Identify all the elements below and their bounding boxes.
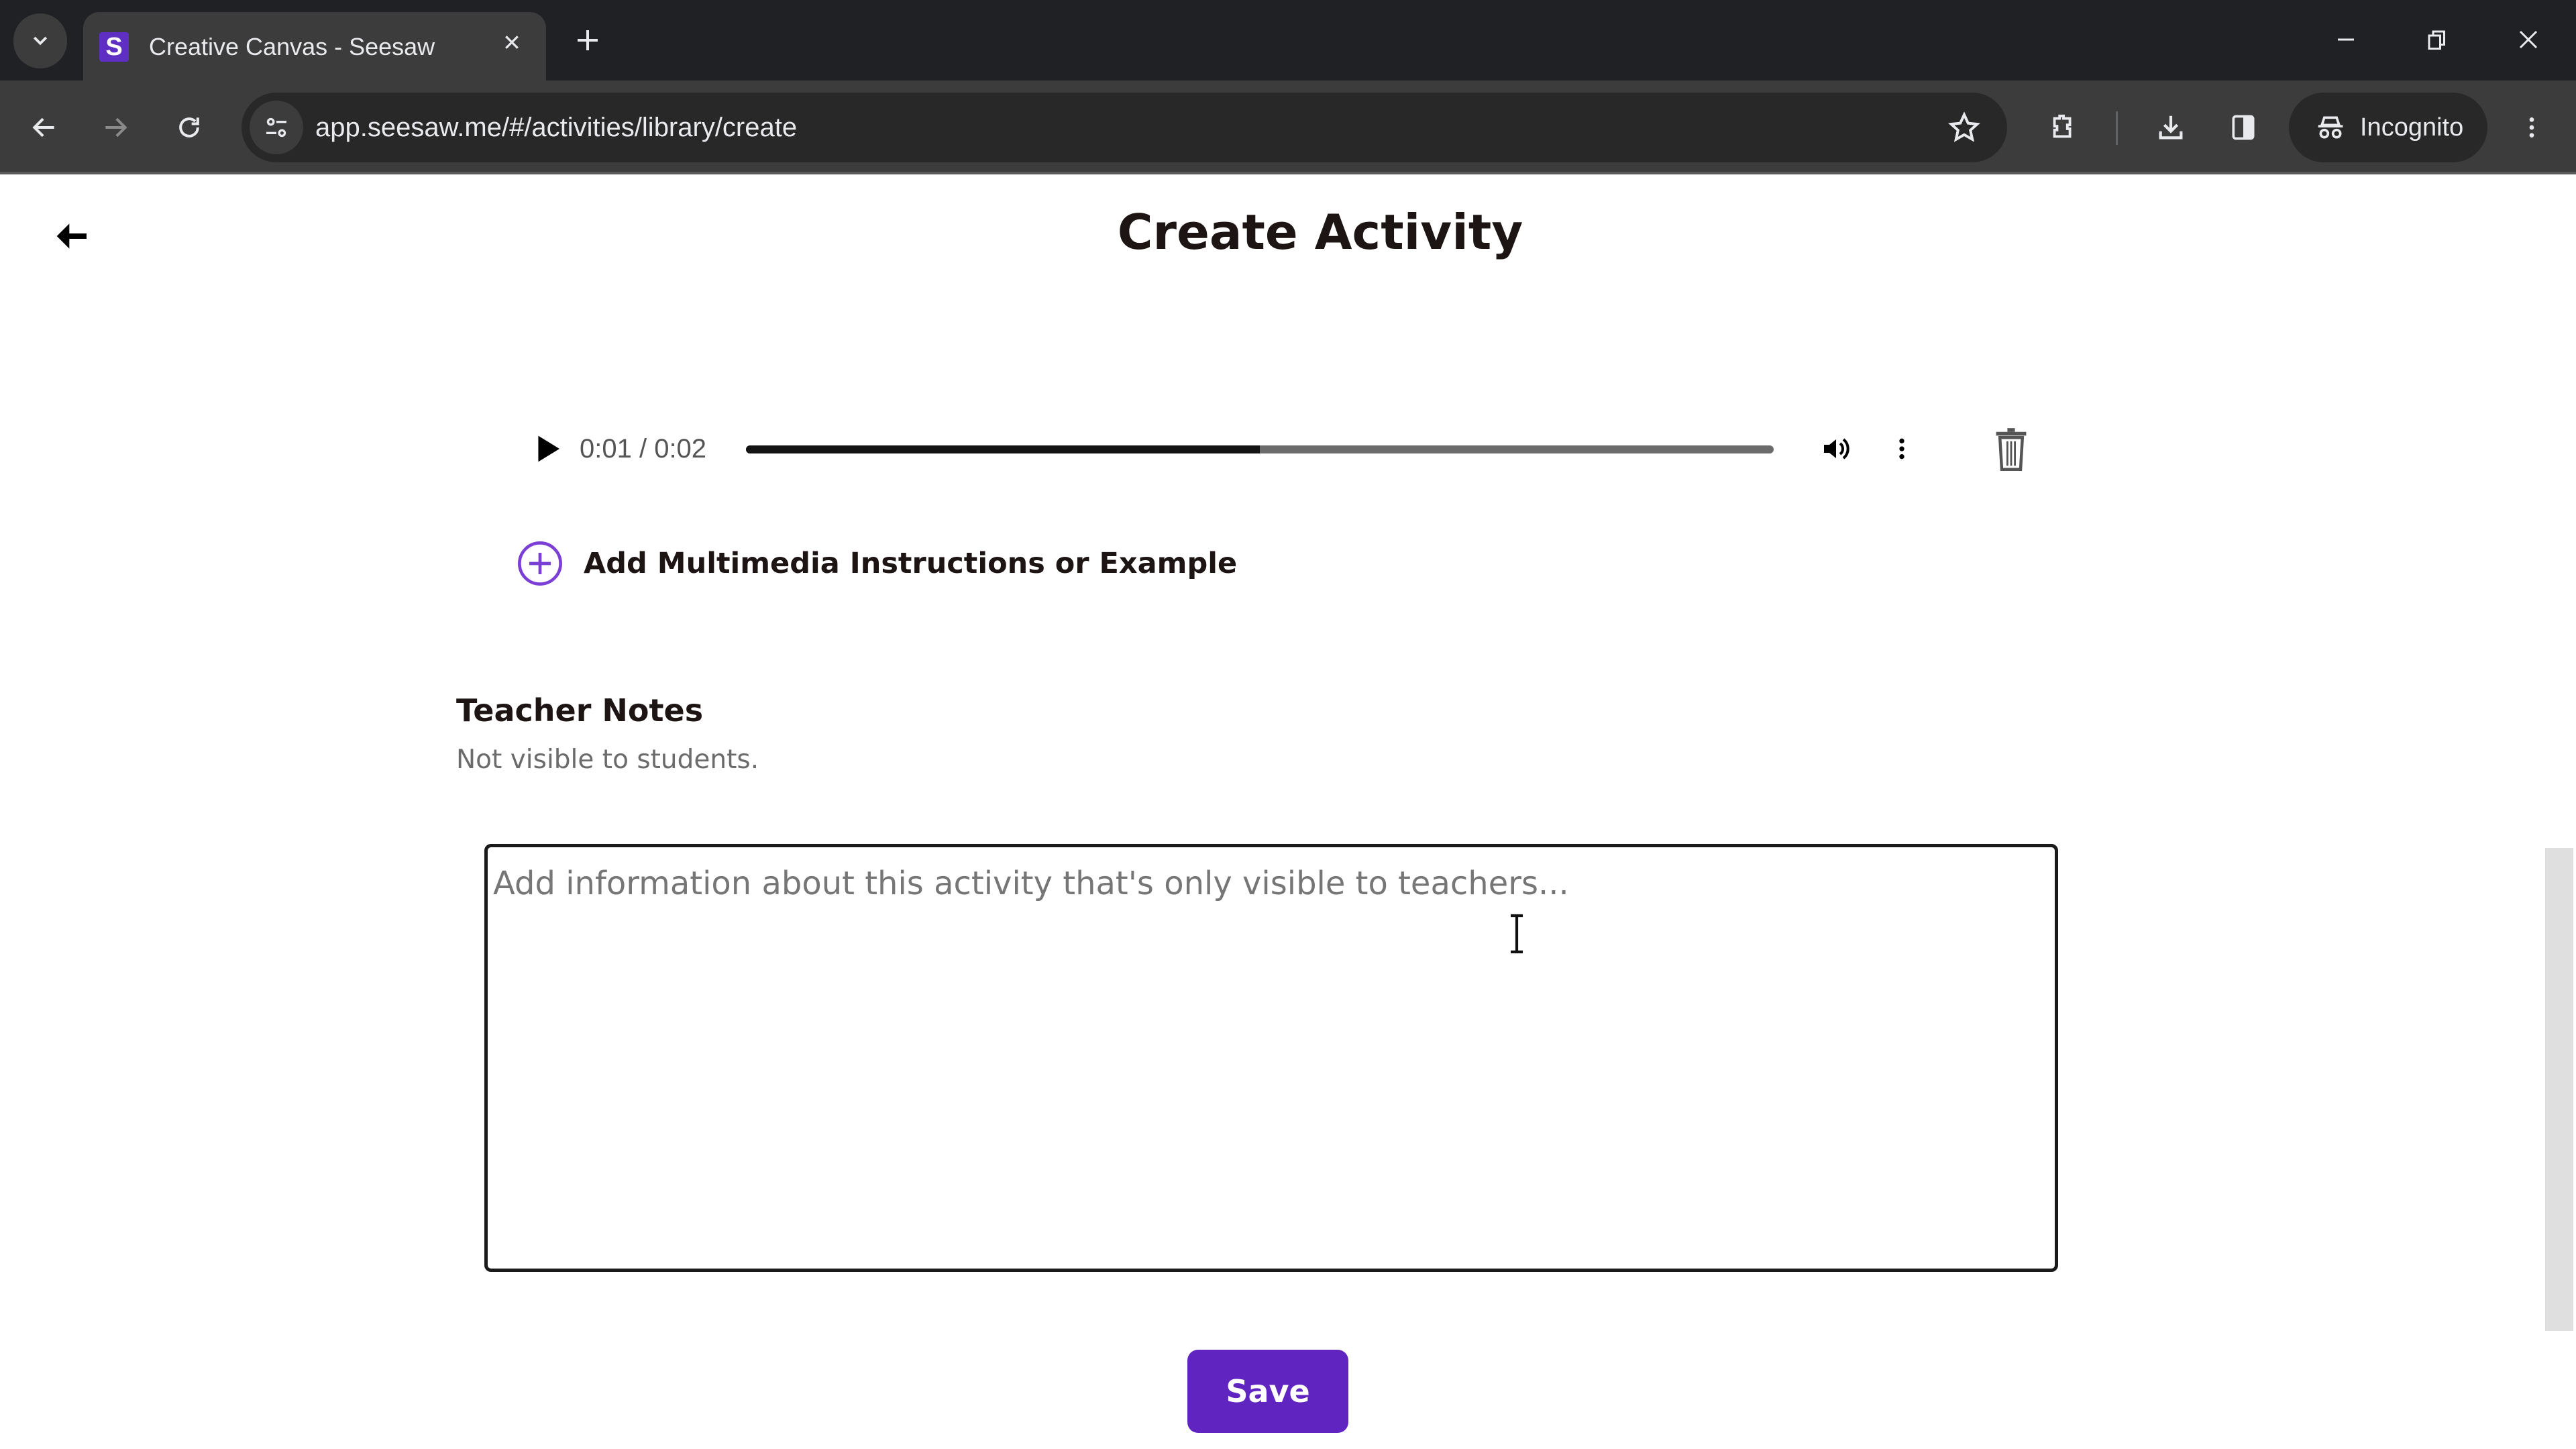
plus-icon [578,30,598,50]
arrow-right-icon [105,117,127,138]
incognito-icon [2318,116,2343,139]
play-icon [538,435,559,462]
close-icon [2519,30,2538,49]
teacher-notes-input[interactable] [484,844,2058,1272]
minimize-icon [2338,38,2354,41]
seesaw-favicon-icon: S [99,32,129,62]
play-button[interactable] [525,425,572,472]
text-cursor-icon [1511,914,1523,954]
audio-player: 0:01 / 0:02 [517,412,2059,486]
teacher-notes-subtext: Not visible to students. [456,745,759,775]
tab-close-button[interactable] [495,25,529,59]
close-window-button[interactable] [2505,16,2552,63]
create-activity-page: Create Activity 0:01 / 0:02 Add Multimed… [0,177,2576,1449]
tab-title: Creative Canvas - Seesaw [149,33,435,60]
audio-time: 0:01 / 0:02 [580,434,707,464]
trash-icon [1996,428,2027,472]
more-vertical-icon [1899,438,1904,460]
browser-menu-button[interactable] [2505,101,2559,154]
add-multimedia-label: Add Multimedia Instructions or Example [584,547,1238,580]
teacher-notes-heading: Teacher Notes [456,692,704,729]
volume-button[interactable] [1813,425,1860,472]
tab-search-button[interactable] [13,13,67,68]
audio-options-button[interactable] [1878,425,1925,472]
download-icon [2159,115,2183,140]
browser-tab-active[interactable]: S Creative Canvas - Seesaw [83,12,546,82]
plus-circle-icon [518,541,562,586]
address-bar[interactable]: app.seesaw.me/#/activities/library/creat… [241,93,2007,162]
new-tab-button[interactable] [568,20,608,60]
incognito-label: Incognito [2360,113,2464,142]
puzzle-icon [2053,114,2072,138]
add-multimedia-button[interactable]: Add Multimedia Instructions or Example [517,537,1237,590]
extensions-button[interactable] [2037,101,2090,154]
side-panel-icon [2232,115,2255,140]
reload-button[interactable] [162,101,216,154]
browser-titlebar: S Creative Canvas - Seesaw [0,0,2576,82]
volume-icon [1824,438,1849,460]
delete-audio-button[interactable] [1984,419,2038,479]
star-icon [1948,111,1980,142]
toolbar-divider [2116,111,2118,145]
tune-icon [266,117,286,138]
browser-toolbar: app.seesaw.me/#/activities/library/creat… [0,80,2576,174]
site-info-button[interactable] [250,101,303,154]
chevron-down-icon [33,36,48,46]
side-panel-button[interactable] [2216,101,2270,154]
downloads-button[interactable] [2144,101,2198,154]
back-nav-button[interactable] [17,101,71,154]
incognito-button[interactable]: Incognito [2289,93,2487,162]
save-button[interactable]: Save [1187,1350,1348,1433]
audio-progress-fill [746,445,1260,453]
reload-icon [179,117,199,138]
bookmark-button[interactable] [1944,107,1984,148]
forward-nav-button[interactable] [89,101,142,154]
url-text[interactable]: app.seesaw.me/#/activities/library/creat… [315,93,797,162]
page-title: Create Activity [1117,204,1523,260]
scrollbar-thumb[interactable] [2545,848,2573,1331]
minimize-button[interactable] [2322,16,2369,63]
restore-icon [2428,30,2445,50]
audio-progress-slider[interactable] [746,445,1774,453]
page-scrollbar[interactable] [2544,177,2576,1449]
restore-button[interactable] [2414,16,2461,63]
more-vertical-icon [2529,117,2534,138]
close-icon [505,36,519,49]
arrow-left-icon [32,117,54,138]
